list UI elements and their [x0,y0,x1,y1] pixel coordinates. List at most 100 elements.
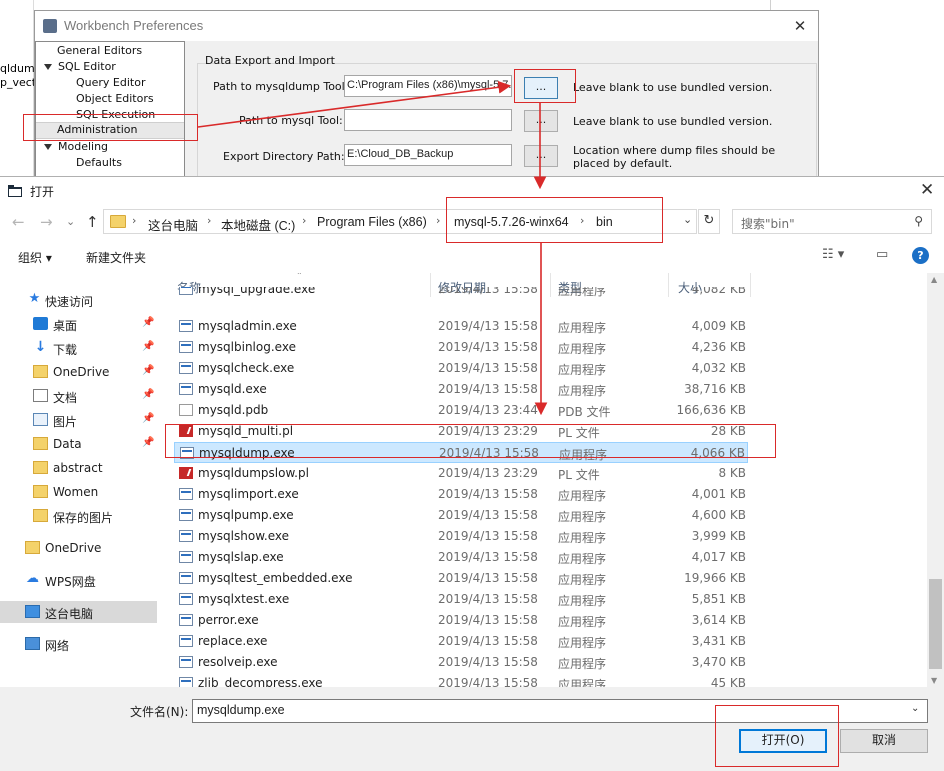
sidebar-item-this-pc[interactable]: 这台电脑 [0,601,157,623]
sidebar-item-documents[interactable]: 文档 📌 [0,385,157,407]
file-type: 应用程序 [558,657,607,671]
file-row[interactable]: mysqldumpslow.pl 2019/4/13 23:29 PL 文件 8 KB [174,463,748,484]
up-arrow-icon[interactable]: ↑ [86,213,99,231]
file-date: 2019/4/13 15:58 [438,287,538,296]
breadcrumb-this-pc[interactable]: 这台电脑 [148,215,198,234]
search-icon: ⚲ [914,214,923,228]
sidebar-item-desktop[interactable]: 桌面 📌 [0,313,157,335]
exe-file-icon [179,341,193,353]
file-name: mysqlimport.exe [198,487,299,501]
breadcrumb-program-files[interactable]: Program Files (x86) [317,215,427,229]
tree-item-sql-editor[interactable]: SQL Editor [44,60,116,73]
file-name: mysqld.exe [198,382,267,396]
file-row[interactable]: perror.exe 2019/4/13 15:58 应用程序 3,614 KB [174,610,748,631]
recent-locations-icon[interactable]: ⌄ [66,215,75,228]
breadcrumb-separator[interactable]: › [436,214,440,227]
file-row[interactable]: mysqltest_embedded.exe 2019/4/13 15:58 应用程… [174,568,748,589]
file-size: 4,236 KB [691,340,746,354]
exe-file-icon [179,530,193,542]
chevron-down-icon[interactable]: ⌄ [683,213,692,226]
sidebar-item-saved-pictures[interactable]: 保存的图片 [0,505,157,527]
sidebar-item-data[interactable]: Data 📌 [0,433,157,455]
file-name: mysql_upgrade.exe [198,287,316,296]
file-date: 2019/4/13 15:58 [438,487,538,501]
file-row[interactable]: mysqlcheck.exe 2019/4/13 15:58 应用程序 4,032 K… [174,358,748,379]
sidebar-item-label: abstract [53,461,103,475]
file-row[interactable]: mysqlbinlog.exe 2019/4/13 15:58 应用程序 4,236 … [174,337,748,358]
mysql-path-input[interactable] [344,109,512,131]
file-row[interactable]: mysqlshow.exe 2019/4/13 15:58 应用程序 3,999 KB [174,526,748,547]
tree-item-query-editor[interactable]: Query Editor [76,76,145,89]
sidebar-item-women[interactable]: Women [0,481,157,503]
chevron-down-icon[interactable]: ⌄ [911,703,919,714]
help-icon[interactable]: ? [912,247,929,264]
scroll-down-icon[interactable]: ▼ [931,676,937,685]
breadcrumb-separator[interactable]: › [302,214,306,227]
file-row[interactable]: mysqlxtest.exe 2019/4/13 15:58 应用程序 5,851 K… [174,589,748,610]
file-row[interactable]: zlib_decompress.exe 2019/4/13 15:58 应用程序 45… [174,673,748,687]
browse-mysql-button[interactable]: ... [524,110,558,132]
preferences-title: Workbench Preferences [64,18,204,33]
file-size: 3,470 KB [691,655,746,669]
sidebar-item-quick-access[interactable]: ★ 快速访问 [0,289,157,311]
breadcrumb-separator[interactable]: › [207,214,211,227]
view-options-icon[interactable]: ☷ ▾ [822,247,844,262]
close-icon[interactable]: ✕ [790,16,810,36]
annotation-box-administration [23,114,198,141]
exe-file-icon [179,635,193,647]
vertical-scrollbar[interactable]: ▲ ▼ [927,273,944,687]
file-row[interactable]: mysqld.exe 2019/4/13 15:58 应用程序 38,716 KB [174,379,748,400]
back-arrow-icon[interactable]: ← [12,213,25,231]
column-divider[interactable] [750,273,751,297]
sidebar-item-wps-cloud[interactable]: ☁ WPS网盘 [0,569,157,591]
sidebar-item-pictures[interactable]: 图片 📌 [0,409,157,431]
file-row[interactable]: mysqlimport.exe 2019/4/13 15:58 应用程序 4,001 … [174,484,748,505]
expand-arrow-icon[interactable] [44,144,52,150]
file-size: 45 KB [710,676,746,687]
tree-item-defaults[interactable]: Defaults [76,156,122,169]
file-type: 应用程序 [558,552,607,566]
file-row[interactable]: mysql_upgrade.exe 2019/4/13 15:58 应用程序 4,08… [174,287,748,300]
expand-arrow-icon[interactable] [44,64,52,70]
cancel-button[interactable]: 取消 [840,729,928,753]
tree-item-modeling[interactable]: Modeling [44,140,108,153]
file-size: 3,999 KB [691,529,746,543]
sidebar-item-label: OneDrive [53,365,110,379]
tree-item-object-editors[interactable]: Object Editors [76,92,154,105]
sidebar-item-onedrive-pinned[interactable]: OneDrive 📌 [0,361,157,383]
file-date: 2019/4/13 15:58 [438,382,538,396]
sidebar-item-network[interactable]: 网络 [0,633,157,655]
sidebar-item-label: OneDrive [45,541,102,555]
organize-menu[interactable]: 组织 ▾ [18,249,52,266]
navigation-pane: ★ 快速访问 桌面 📌 ↓ 下载 📌 OneDrive 📌 文档 📌 图片 📌 Data 📌 a… [0,275,160,685]
sidebar-item-onedrive[interactable]: OneDrive [0,537,157,559]
file-row[interactable]: mysqlslap.exe 2019/4/13 15:58 应用程序 4,017 KB [174,547,748,568]
export-dir-input[interactable]: E:\Cloud_DB_Backup [344,144,512,166]
file-row[interactable]: resolveip.exe 2019/4/13 15:58 应用程序 3,470 KB [174,652,748,673]
forward-arrow-icon[interactable]: → [40,213,53,231]
scroll-up-icon[interactable]: ▲ [931,275,937,284]
file-row[interactable]: mysqlpump.exe 2019/4/13 15:58 应用程序 4,600 KB [174,505,748,526]
file-row[interactable]: mysqld.pdb 2019/4/13 23:44 PDB 文件 166,636 K… [174,400,748,421]
preview-pane-icon[interactable]: ▭ [876,247,888,262]
tree-item-label: Modeling [58,140,109,153]
file-row[interactable]: mysqladmin.exe 2019/4/13 15:58 应用程序 4,009 K… [174,316,748,337]
sidebar-item-downloads[interactable]: ↓ 下载 📌 [0,337,157,359]
search-box[interactable]: 搜索"bin" ⚲ [732,209,932,234]
scrollbar-thumb[interactable] [929,579,942,669]
filename-label: 文件名(N): [130,705,189,719]
file-type: 应用程序 [558,615,607,629]
sidebar-item-abstract[interactable]: abstract [0,457,157,479]
file-date: 2019/4/13 23:44 [438,403,538,417]
new-folder-button[interactable]: 新建文件夹 [86,249,146,266]
file-size: 4,600 KB [691,508,746,522]
browse-export-dir-button[interactable]: ... [524,145,558,167]
picture-icon [33,413,48,426]
refresh-icon[interactable]: ↻ [698,209,720,234]
tree-item-general-editors[interactable]: General Editors [57,44,142,57]
mysqldump-path-input[interactable]: C:\Program Files (x86)\mysql-5.7. [344,75,512,97]
breadcrumb-c-drive[interactable]: 本地磁盘 (C:) [221,215,295,234]
close-icon[interactable]: ✕ [920,180,934,200]
file-row[interactable]: replace.exe 2019/4/13 15:58 应用程序 3,431 KB [174,631,748,652]
file-name: mysqladmin.exe [198,319,297,333]
